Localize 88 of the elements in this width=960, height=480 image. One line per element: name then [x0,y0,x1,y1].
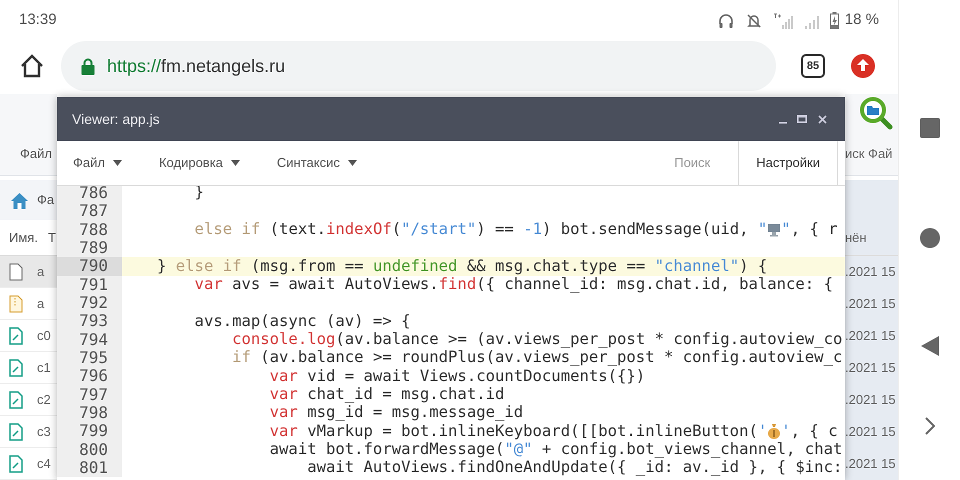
caret-icon [112,160,122,166]
line-number: 800 [57,440,122,459]
code-text: if (av.balance >= roundPlus(av.views_per_post * config.autoview_c [231,348,842,368]
url-host: fm.netangels.ru [161,54,286,78]
code-text: var vMarkup = bot.inlineKeyboard([[bot.inlineButton(' [268,421,768,442]
settings-button[interactable]: Настройки [738,141,838,185]
line-number: 789 [57,238,122,258]
date-text: .2021 15 [845,263,896,282]
signal-icon [774,12,796,28]
code-text: await bot.forwardMessage("@" + config.bot_views_channel, chat [268,440,842,460]
line-number: 792 [57,294,122,312]
back-icon[interactable] [920,336,938,356]
script-file-icon [9,390,23,408]
file-name[interactable]: c0 [37,326,51,346]
tab-count-button[interactable]: 85 [801,54,825,78]
recents-icon[interactable] [920,118,940,138]
upload-icon[interactable] [851,54,875,78]
home-icon [10,192,29,208]
clock-text: 13:39 [19,10,57,30]
code-text: } else if (msg.from == undefined && msg.chat.type == "channel") { [157,256,768,277]
date-text: .2021 15 [845,455,896,474]
date-text: .2021 15 [845,391,896,410]
script-file-icon [9,454,23,472]
file-name[interactable]: a [37,262,44,282]
menu-button[interactable]: Кодировка [158,153,240,173]
muted-bell-icon [746,12,762,28]
code-text: var chat_id = msg.chat.id [268,384,504,405]
address-bar[interactable]: https://fm.netangels.ru [61,41,776,91]
line-number: 794 [57,330,122,349]
home-circle-icon[interactable] [920,228,940,248]
menu-label[interactable]: Файл [20,144,52,164]
monitor-icon [767,222,782,237]
script-file-icon [9,358,23,376]
line-number: 790 [57,257,122,276]
money-bag-icon [767,423,782,440]
code-text: ', { c [781,420,838,442]
code-text: var avs = await AutoViews.find({ channel_id: msg.chat.id, balance: { [194,274,833,296]
code-text: var vid = await Views.countDocuments({}) [268,366,646,387]
file-name[interactable]: c2 [37,390,51,410]
column-header[interactable]: нён [845,228,867,248]
column-header[interactable]: Имя. [9,228,38,248]
search-folder-icon[interactable] [859,96,893,130]
battery-icon [830,12,839,29]
line-number: 798 [57,404,122,422]
chevron-right-icon[interactable] [924,417,934,435]
lock-icon [81,58,95,74]
column-header[interactable]: Т [48,228,56,248]
date-text: .2021 15 [845,423,896,442]
breadcrumb-text: Фа [37,191,54,210]
headphones-icon [718,12,734,28]
line-number: 801 [57,458,122,478]
caret-icon [348,160,357,166]
code-text: avs.map(async (av) => { [194,310,410,332]
file-name[interactable]: c3 [37,422,51,442]
file-name[interactable]: c1 [37,358,51,378]
menu-button[interactable]: Файл [73,153,122,173]
file-name[interactable]: a [37,294,44,314]
search-label[interactable]: иск Фай [845,144,892,164]
date-text: .2021 15 [845,327,896,346]
date-text: .2021 15 [845,359,896,378]
line-number: 787 [57,202,122,221]
file-name[interactable]: c4 [37,454,51,474]
script-file-icon [9,422,23,440]
date-text: .2021 15 [845,295,896,314]
line-number: 795 [57,348,122,368]
maximize-icon[interactable] [797,115,807,123]
url-scheme: https:// [107,54,162,78]
code-text: else if (text.indexOf("/start") == -1) bot.sendMessage(uid, " [194,219,768,240]
close-icon[interactable] [818,114,827,124]
file-row[interactable]: c4 [0,448,57,480]
code-text: ", { r [781,219,838,240]
file-row[interactable]: a [0,256,57,288]
archive-icon [9,294,23,312]
menu-button[interactable]: Синтаксис [276,153,357,173]
code-text: var msg_id = msg.message_id [268,403,524,424]
line-number: 796 [57,367,122,386]
line-number: 788 [57,220,122,239]
code-text: console.log(av.balance >= (av.views_per_post * config.autoview_co [231,330,842,350]
line-number: 791 [57,276,122,294]
window-title: Viewer: app.js [72,110,160,129]
file-icon [9,262,23,280]
script-file-icon [9,326,23,344]
line-number: 793 [57,312,122,331]
line-number: 797 [57,386,122,404]
battery-text: 18 % [844,10,879,30]
line-number: 799 [57,422,122,441]
caret-icon [230,160,240,166]
code-text: await AutoViews.findOneAndUpdate({ _id: av._id }, { $inc: [306,458,842,478]
